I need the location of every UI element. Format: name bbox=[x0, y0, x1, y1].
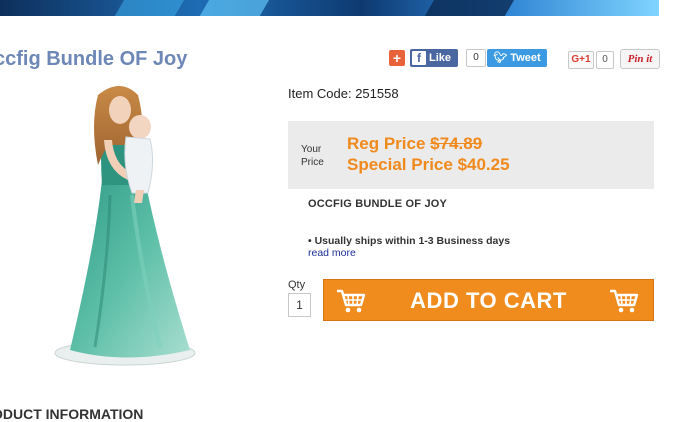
regular-price: Reg Price $74.89 bbox=[347, 134, 483, 153]
google-plus-one-button[interactable]: G+1 bbox=[568, 51, 594, 69]
pinterest-pin-button[interactable]: Pin it bbox=[620, 49, 660, 69]
special-price: Special Price $40.25 bbox=[347, 155, 510, 174]
price-box: Your Price Reg Price $74.89 Special Pric… bbox=[288, 121, 654, 189]
add-to-cart-button[interactable]: ADD TO CART bbox=[323, 279, 654, 321]
shipping-note: • Usually ships within 1-3 Business days bbox=[308, 235, 511, 247]
share-plus-button[interactable]: + bbox=[389, 50, 405, 66]
qty-input[interactable] bbox=[288, 293, 311, 317]
tweet-label: Tweet bbox=[510, 52, 541, 64]
product-title: ccfig Bundle OF Joy bbox=[0, 48, 188, 70]
facebook-like-button[interactable]: f Like bbox=[410, 49, 458, 67]
description-title: OCCFIG BUNDLE OF JOY bbox=[308, 198, 448, 210]
top-banner bbox=[0, 0, 659, 16]
regular-price-value: $74.89 bbox=[430, 134, 483, 153]
facebook-like-label: Like bbox=[429, 52, 452, 64]
google-plus-count: 0 bbox=[596, 51, 614, 69]
twitter-bird-icon: 🐦︎ bbox=[493, 52, 508, 64]
cart-icon bbox=[609, 288, 639, 319]
figurine-image[interactable] bbox=[40, 85, 220, 375]
qty-label: Qty bbox=[288, 279, 306, 291]
add-to-cart-label: ADD TO CART bbox=[410, 288, 567, 313]
facebook-icon: f bbox=[412, 51, 426, 65]
item-code: Item Code: 251558 bbox=[288, 86, 399, 101]
read-more-link[interactable]: read more bbox=[308, 247, 356, 259]
your-price-label: Your Price bbox=[301, 144, 324, 168]
facebook-like-count: 0 bbox=[466, 49, 486, 67]
tweet-button[interactable]: 🐦︎ Tweet bbox=[487, 49, 547, 67]
